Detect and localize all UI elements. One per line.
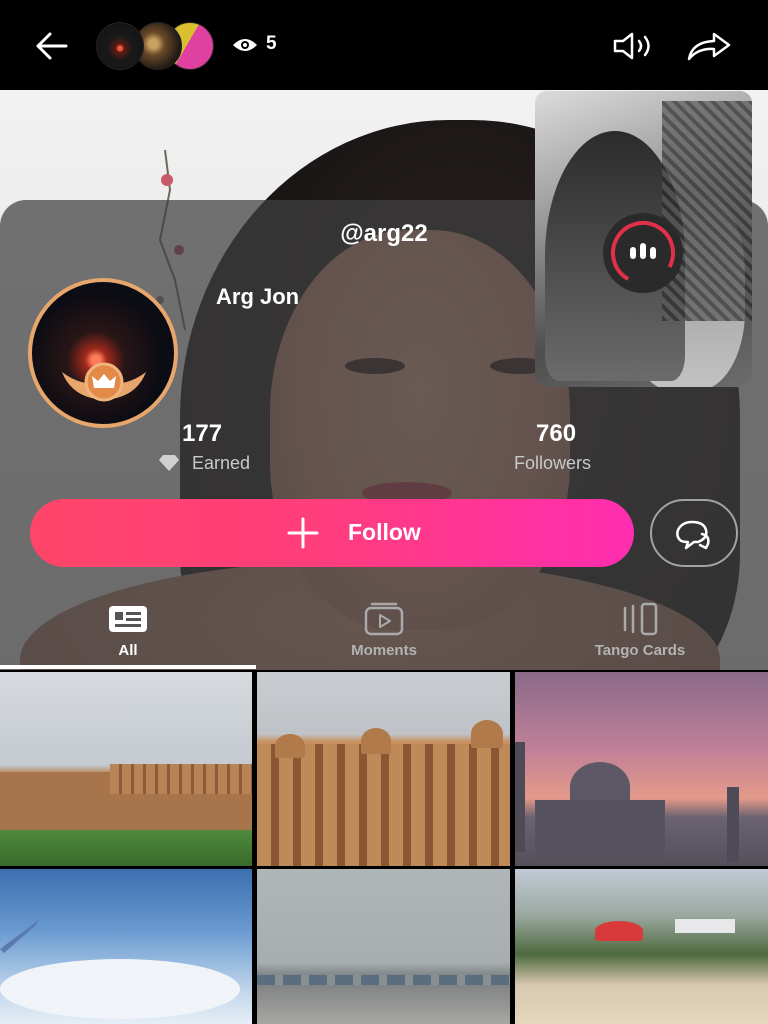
tab-moments[interactable]: Moments [256,598,512,668]
chat-button[interactable] [650,499,738,567]
follow-label: Follow [348,519,421,545]
airplane-wing [0,919,240,1019]
viewer-count: 5 [266,33,277,54]
media-grid [0,672,768,1024]
gallery-photo-runway[interactable] [257,869,510,1024]
gallery-photo-taj-mahal[interactable] [515,672,768,866]
all-posts-icon [109,606,147,632]
chat-bubbles-icon [676,520,710,550]
tab-all-label: All [118,642,138,659]
speaker-icon[interactable] [612,30,656,62]
gallery-photo-sky[interactable] [0,869,252,1024]
moments-icon [364,602,404,636]
live-indicator[interactable] [603,213,683,293]
arrow-left-icon[interactable] [34,30,70,62]
followers-count[interactable]: 760 [536,420,576,448]
live-equalizer-icon [611,221,675,285]
earned-count: 177 [182,420,223,447]
tab-moments-label: Moments [351,642,417,659]
tab-all[interactable]: All [0,598,256,668]
gallery-photo-palace[interactable] [257,672,510,866]
top-bar: 5 [0,0,768,90]
crown-badge-icon [62,362,146,402]
follow-button[interactable]: Follow [30,499,634,567]
gallery-photo-fort[interactable] [0,672,252,866]
viewer-avatar [96,22,144,70]
earned-label: Earned [192,453,251,473]
tab-tango-cards[interactable]: Tango Cards [512,598,768,668]
viewer-avatars[interactable] [96,22,216,70]
tango-cards-icon [623,602,658,636]
active-tab-indicator [0,665,256,669]
followers-label[interactable]: Followers [514,453,591,474]
diamond-icon [159,455,179,471]
profile-name: Arg Jon [216,284,300,309]
plus-icon [287,517,319,549]
share-icon[interactable] [686,30,732,62]
eye-icon [233,39,257,51]
tab-tango-cards-label: Tango Cards [594,642,686,659]
pip-video[interactable] [535,91,752,387]
gallery-photo-beach[interactable] [515,869,768,1024]
